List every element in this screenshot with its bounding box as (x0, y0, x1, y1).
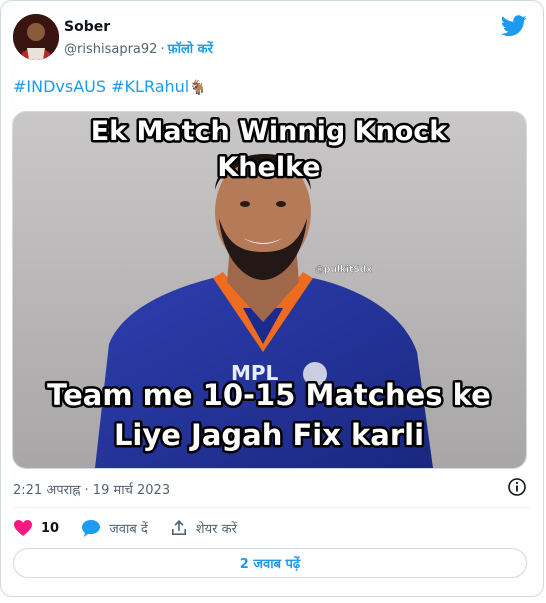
hashtag-indvsaus[interactable]: #INDvsAUS (13, 77, 106, 96)
share-icon (171, 520, 186, 535)
tweet-image[interactable]: MPL @pulkitSdx Ek Match Winnig Knock Khe… (12, 111, 527, 469)
follow-button[interactable]: फ़ॉलो करें (168, 42, 213, 57)
caption-top-line-2: Khelke (217, 152, 320, 183)
goat-emoji: 🐐 (189, 80, 207, 96)
tweet-text: #INDvsAUS #KLRahul🐐 (13, 77, 207, 96)
reply-label: जवाब दें (109, 522, 148, 537)
caption-bottom-line-1: Team me 10-15 Matches ke (47, 378, 491, 412)
avatar[interactable] (13, 14, 59, 60)
handle-separator: · (160, 42, 165, 57)
caption-bottom-line-2: Liye Jagah Fix karli (114, 418, 424, 452)
author-handle[interactable]: @rishisapra92 (64, 42, 157, 57)
author-handle-line: @rishisapra92 · फ़ॉलो करें (64, 39, 213, 57)
like-count: 10 (41, 520, 60, 536)
chat-bubble-icon (82, 520, 101, 537)
share-label: शेयर करें (195, 522, 237, 537)
action-bar: 10 जवाब दें शेयर करें (13, 518, 259, 538)
hashtag-klrahul[interactable]: #KLRahul (111, 77, 189, 96)
like-button[interactable]: 10 (13, 519, 59, 537)
reply-button[interactable]: जवाब दें (81, 519, 148, 537)
info-icon[interactable] (507, 477, 527, 497)
caption-top-line-1: Ek Match Winnig Knock (91, 116, 449, 147)
tweet-card: Sober @rishisapra92 · फ़ॉलो करें #INDvsAUS… (0, 0, 544, 597)
heart-icon (14, 520, 32, 536)
tweet-timestamp[interactable]: 2:21 अपराह्न · 19 मार्च 2023 (13, 480, 170, 498)
read-replies-button[interactable]: 2 जवाब पढ़ें (13, 548, 527, 578)
twitter-bird-icon[interactable] (501, 15, 527, 37)
share-button[interactable]: शेयर करें (170, 519, 237, 537)
watermark: @pulkitSdx (315, 265, 372, 275)
author-name[interactable]: Sober (64, 19, 110, 35)
divider (13, 507, 531, 508)
